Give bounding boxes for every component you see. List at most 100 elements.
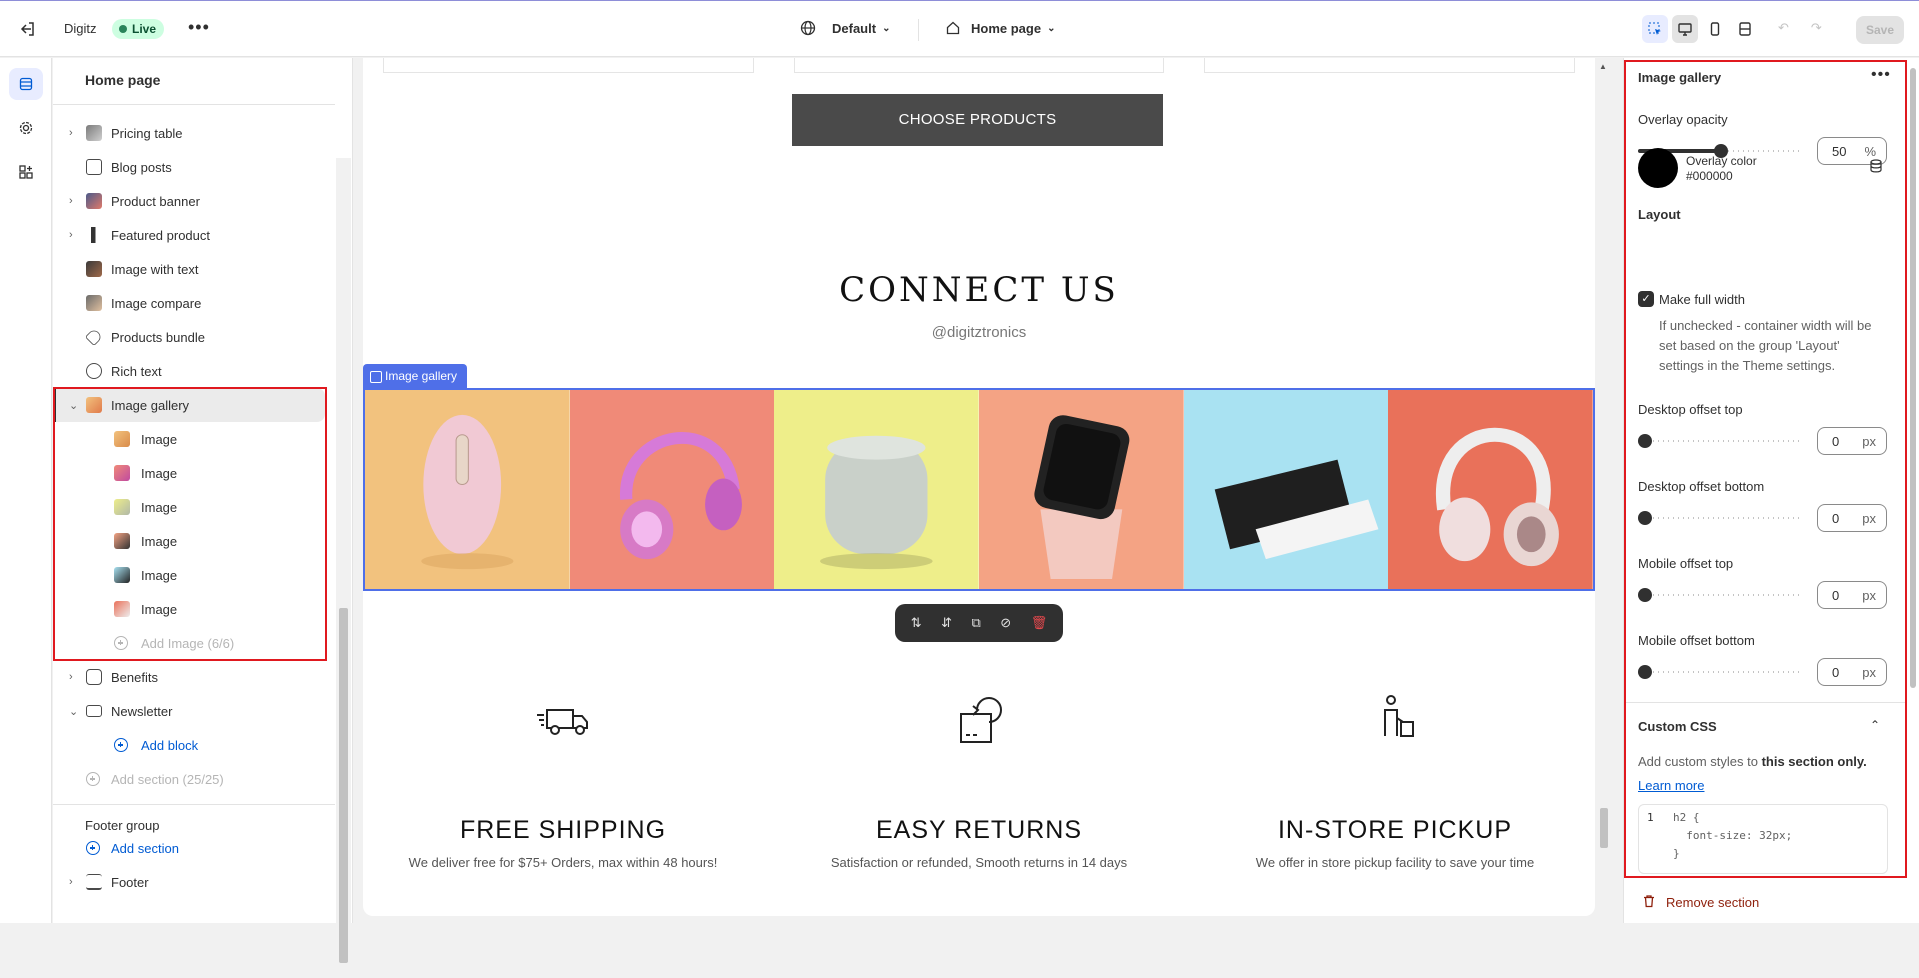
chevron-right-icon[interactable]: ›	[69, 671, 79, 683]
sections-icon[interactable]	[9, 68, 43, 100]
slider-handle[interactable]	[1638, 434, 1652, 448]
image-gallery-section[interactable]	[363, 388, 1595, 591]
more-actions-icon[interactable]: •••	[188, 17, 210, 38]
tree-child-image-1[interactable]: Image	[53, 422, 335, 456]
input-unit: px	[1862, 510, 1876, 526]
chevron-down-icon[interactable]: ⌄	[69, 399, 79, 412]
mobile-icon[interactable]	[1702, 15, 1728, 43]
theme-selector[interactable]: Default ⌄	[800, 20, 890, 36]
product-banner-icon	[86, 193, 102, 209]
add-block-button[interactable]: Add block	[53, 728, 335, 762]
tree-item-label: Product banner	[111, 193, 200, 209]
code-content: h2 { font-size: 32px; }	[1673, 811, 1793, 860]
add-circle-icon	[114, 636, 128, 650]
social-handle[interactable]: @digitztronics	[363, 324, 1595, 341]
add-section-button[interactable]: Add section (25/25)	[53, 762, 335, 796]
desktop-offset-top-slider[interactable]	[1638, 434, 1803, 448]
exit-icon[interactable]	[18, 19, 38, 39]
tree-item-footer[interactable]: › Footer	[53, 865, 335, 899]
chevron-down-icon[interactable]: ⌄	[69, 705, 79, 718]
choose-products-button[interactable]: CHOOSE PRODUCTS	[792, 94, 1163, 146]
chevron-right-icon[interactable]: ›	[69, 229, 79, 241]
scroll-up-icon[interactable]: ▲	[1599, 62, 1607, 71]
move-down-icon[interactable]: ⇵	[941, 615, 952, 631]
scrollbar-thumb[interactable]	[1910, 68, 1916, 688]
custom-css-editor[interactable]: 1 h2 { font-size: 32px; }	[1638, 804, 1888, 874]
page-selector[interactable]: Home page ⌄	[945, 20, 1055, 36]
tree-child-image-3[interactable]: Image	[53, 490, 335, 524]
gallery-image-powerbank[interactable]	[1183, 390, 1389, 589]
hide-icon[interactable]: ⊘	[1000, 615, 1011, 631]
settings-gear-icon[interactable]	[9, 112, 43, 144]
mobile-offset-top-slider[interactable]	[1638, 588, 1803, 602]
add-image-button[interactable]: Add Image (6/6)	[53, 626, 335, 660]
connect-heading: CONNECT US	[839, 270, 1119, 310]
tree-item-benefits[interactable]: › Benefits	[53, 660, 335, 694]
slider-handle[interactable]	[1638, 511, 1652, 525]
tree-item-image-with-text[interactable]: Image with text	[53, 252, 335, 286]
inspector-icon[interactable]	[1642, 15, 1668, 43]
mobile-offset-top-input[interactable]: 0 px	[1817, 581, 1887, 609]
custom-css-help-bold: this section only.	[1761, 754, 1867, 769]
save-button[interactable]: Save	[1856, 16, 1904, 44]
desktop-icon[interactable]	[1672, 15, 1698, 43]
tree-child-image-5[interactable]: Image	[53, 558, 335, 592]
chevron-right-icon[interactable]: ›	[69, 127, 79, 139]
section-label-tag[interactable]: Image gallery	[363, 364, 468, 388]
scrollbar-thumb[interactable]	[1600, 808, 1608, 848]
add-block-label: Add block	[141, 737, 199, 753]
tree-item-featured-product[interactable]: › Featured product	[53, 218, 335, 252]
sidebar-scrollbar[interactable]	[336, 158, 351, 978]
tree-item-rich-text[interactable]: Rich text	[53, 354, 335, 388]
remove-section-button[interactable]: Remove section	[1642, 894, 1759, 911]
undo-icon[interactable]: ↶	[1778, 20, 1789, 36]
slider-handle[interactable]	[1638, 665, 1652, 679]
gallery-image-speaker[interactable]	[774, 390, 980, 589]
tree-child-image-4[interactable]: Image	[53, 524, 335, 558]
desktop-offset-top-input[interactable]: 0 px	[1817, 427, 1887, 455]
desktop-offset-bottom-label: Desktop offset bottom	[1638, 479, 1765, 494]
gallery-image-smartwatch[interactable]	[979, 390, 1184, 589]
gallery-image-mouse[interactable]	[365, 390, 570, 589]
slider-handle[interactable]	[1638, 588, 1652, 602]
database-icon[interactable]	[1869, 159, 1883, 176]
duplicate-icon[interactable]: ⧉	[972, 615, 981, 631]
apps-icon[interactable]	[9, 156, 43, 188]
make-full-width-checkbox[interactable]: ✓	[1638, 291, 1654, 307]
tree-item-products-bundle[interactable]: Products bundle	[53, 320, 335, 354]
gallery-image-headphones-pink[interactable]	[569, 390, 775, 589]
tree-item-newsletter[interactable]: ⌄ Newsletter	[53, 694, 335, 728]
move-up-icon[interactable]: ⇅	[911, 615, 922, 631]
overlay-color-swatch[interactable]	[1638, 148, 1678, 188]
tree-item-blog-posts[interactable]: Blog posts	[53, 150, 335, 184]
mobile-offset-bottom-input[interactable]: 0 px	[1817, 658, 1887, 686]
tree-child-image-2[interactable]: Image	[53, 456, 335, 490]
desktop-offset-bottom-input[interactable]: 0 px	[1817, 504, 1887, 532]
chevron-right-icon[interactable]: ›	[69, 876, 79, 888]
image-thumb-icon	[114, 601, 130, 617]
desktop-offset-bottom-slider[interactable]	[1638, 511, 1803, 525]
learn-more-link[interactable]: Learn more	[1638, 778, 1704, 793]
fullscreen-icon[interactable]	[1732, 15, 1758, 43]
gallery-image-headphones-white[interactable]	[1388, 390, 1594, 589]
chevron-right-icon[interactable]: ›	[69, 195, 79, 207]
tree-item-label: Featured product	[111, 227, 211, 243]
footer-add-section-button[interactable]: Add section	[53, 831, 335, 865]
tree-item-product-banner[interactable]: › Product banner	[53, 184, 335, 218]
panel-scrollbar[interactable]	[1907, 58, 1919, 923]
mobile-offset-bottom-slider[interactable]	[1638, 665, 1803, 679]
tree-item-pricing-table[interactable]: › Pricing table	[53, 116, 335, 150]
scrollbar-thumb[interactable]	[339, 608, 348, 963]
feature-description: We offer in store pickup facility to sav…	[1255, 855, 1535, 870]
tree-item-label: Image	[141, 567, 178, 583]
delete-icon[interactable]: 🗑	[1031, 615, 1048, 631]
more-options-icon[interactable]: •••	[1871, 66, 1891, 84]
redo-icon[interactable]: ↷	[1811, 20, 1822, 36]
chevron-up-icon[interactable]: ⌃	[1870, 718, 1880, 732]
divider	[53, 804, 335, 805]
add-section-label: Add section	[111, 840, 179, 856]
tree-item-image-compare[interactable]: Image compare	[53, 286, 335, 320]
tree-item-image-gallery[interactable]: ⌄ Image gallery	[53, 388, 325, 422]
preview-scrollbar[interactable]: ▲	[1596, 58, 1611, 923]
tree-child-image-6[interactable]: Image	[53, 592, 335, 626]
